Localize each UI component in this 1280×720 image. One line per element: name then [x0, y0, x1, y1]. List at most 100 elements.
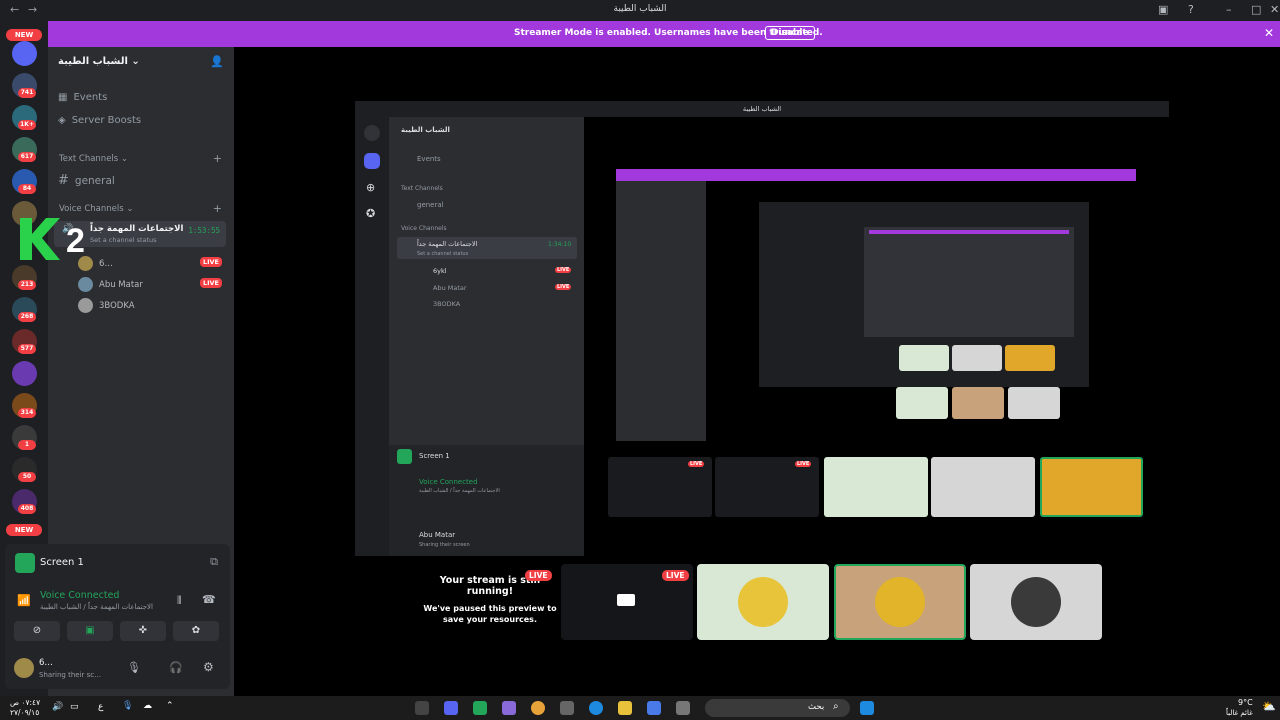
- inner-live-badge: LIVE: [555, 267, 572, 273]
- voice-connected-sub: الاجتماعات المهمة جداً / الشباب الطيبة: [40, 603, 153, 611]
- taskbar-search[interactable]: بحث ⌕: [705, 699, 850, 717]
- screen-icon: [617, 594, 635, 606]
- voice-connected-label[interactable]: Voice Connected: [40, 590, 119, 601]
- inner-live-badge: LIVE: [555, 284, 572, 290]
- disconnect-icon[interactable]: ☎: [202, 593, 216, 606]
- server-icon[interactable]: [12, 361, 37, 386]
- file-explorer-icon[interactable]: [618, 701, 632, 715]
- inner-channel-sidebar: الشباب الطيبة Events Text Channels gener…: [389, 117, 584, 556]
- popout-icon[interactable]: ⧉: [210, 555, 218, 569]
- paused-preview-message: Your stream is still running! We've paus…: [420, 575, 560, 625]
- create-channel-icon[interactable]: +: [213, 152, 222, 165]
- camera-off-button[interactable]: ⊘: [14, 621, 60, 641]
- k2-overlay-logo: 2: [20, 218, 85, 260]
- channel-status[interactable]: Set a channel status: [90, 236, 157, 244]
- app-icon[interactable]: [647, 701, 661, 715]
- live-badge: LIVE: [199, 278, 222, 288]
- participant-tile[interactable]: [970, 564, 1102, 640]
- streamer-mode-banner: Streamer Mode is enabled. Usernames have…: [48, 21, 1280, 47]
- disable-button[interactable]: Disable: [765, 26, 815, 40]
- server-boosts-item[interactable]: ◈ Server Boosts: [58, 115, 141, 126]
- invite-icon[interactable]: 👤: [210, 55, 224, 68]
- inner-banner: [616, 169, 1136, 181]
- inner-screen-icon: [397, 449, 412, 464]
- inner-vc-timer: 1:34:10: [548, 241, 572, 248]
- weather-temp[interactable]: 9°C: [1238, 698, 1253, 707]
- avatar: [1011, 577, 1061, 627]
- clock-date[interactable]: ٢٧/٠٩/١٥: [10, 708, 39, 717]
- avatar: [78, 277, 93, 292]
- shared-screen-preview[interactable]: الشباب الطيبة ⊕ ✪ الشباب الطيبة Events T…: [355, 101, 1169, 556]
- noise-suppression-icon[interactable]: ⫴: [177, 594, 182, 608]
- soundboard-button[interactable]: ✿: [173, 621, 219, 641]
- voice-channels-category[interactable]: Voice Channels ⌄: [59, 204, 133, 214]
- inner-voice-connected: Voice Connected: [419, 478, 478, 486]
- settings-gear-icon[interactable]: ⚙: [203, 660, 214, 674]
- cloud-icon[interactable]: ☁: [143, 701, 152, 711]
- channel-general[interactable]: # general: [58, 173, 115, 188]
- app-icon[interactable]: [473, 701, 487, 715]
- voice-member[interactable]: Abu Matar: [78, 277, 143, 292]
- minimize-icon[interactable]: –: [1226, 3, 1232, 16]
- inner-vc-name: الاجتماعات المهمة جداً: [417, 240, 478, 248]
- window-title: الشباب الطيبة: [613, 4, 667, 14]
- close-window-icon[interactable]: ✕: [1270, 3, 1279, 16]
- participant-tile[interactable]: [697, 564, 829, 640]
- inbox-icon[interactable]: ▣: [1158, 3, 1168, 16]
- inner-user-tile: [1040, 457, 1143, 517]
- server-icon-active[interactable]: [12, 41, 37, 66]
- app-icon[interactable]: [676, 701, 690, 715]
- edge-icon[interactable]: [589, 701, 603, 715]
- inner-server-name: الشباب الطيبة: [401, 126, 450, 134]
- screen-share-button[interactable]: ▣: [67, 621, 113, 641]
- inner-member: 3BODKA: [433, 300, 461, 308]
- headphones-icon[interactable]: 🎧: [169, 661, 183, 674]
- mention-badge: 741: [18, 88, 36, 98]
- inner-nested-sidebar: [616, 181, 706, 441]
- stream-title: Screen 1: [40, 557, 84, 568]
- voice-member[interactable]: 3BODKA: [78, 298, 135, 313]
- language-indicator[interactable]: ع: [98, 702, 103, 712]
- participant-tile-speaking[interactable]: [834, 564, 966, 640]
- inner-user-tile: [824, 457, 928, 517]
- microphone-icon[interactable]: 🎙: [127, 661, 141, 674]
- explore-icon: ✪: [366, 207, 376, 220]
- taskbar: ٠٧:٤٧ ص ٢٧/٠٩/١٥ 🔊 ▭ ع 🎙 ☁ ⌃ بحث ⌕ 9°C غ…: [0, 696, 1280, 720]
- activities-button[interactable]: ✜: [120, 621, 166, 641]
- inner-live-badge: LIVE: [795, 461, 812, 467]
- chevron-up-icon[interactable]: ⌃: [166, 701, 174, 711]
- events-item[interactable]: ▦ Events: [58, 92, 107, 103]
- window-titlebar: ← → الشباب الطيبة ▣ ? – □ ✕: [0, 0, 1280, 21]
- search-placeholder: بحث: [808, 702, 825, 712]
- inner-nested-banner: [869, 230, 1069, 234]
- avatar: [78, 298, 93, 313]
- mic-tray-icon[interactable]: 🎙: [122, 701, 133, 711]
- app-icon[interactable]: [502, 701, 516, 715]
- inner-live-badge: LIVE: [688, 461, 705, 467]
- mention-badge: 617: [18, 152, 36, 162]
- clock-time[interactable]: ٠٧:٤٧ ص: [10, 698, 40, 707]
- close-banner-icon[interactable]: ✕: [1264, 26, 1274, 40]
- user-avatar[interactable]: [14, 658, 34, 678]
- hash-icon: #: [58, 173, 69, 188]
- calendar-icon: ▦: [58, 92, 68, 103]
- new-pill: NEW: [6, 524, 42, 536]
- speaker-volume-icon[interactable]: 🔊: [52, 702, 63, 712]
- network-icon[interactable]: ▭: [70, 702, 79, 712]
- weather-desc[interactable]: غائم غالباً: [1226, 709, 1253, 717]
- chrome-icon[interactable]: [531, 701, 545, 715]
- inner-voice-channels: Voice Channels: [401, 225, 447, 232]
- create-channel-icon[interactable]: +: [213, 202, 222, 215]
- inner-general: general: [417, 201, 444, 209]
- mention-badge: 1: [18, 440, 36, 450]
- help-icon[interactable]: ?: [1188, 3, 1194, 16]
- server-name[interactable]: الشباب الطيبة ⌄: [58, 56, 140, 67]
- maximize-icon[interactable]: □: [1251, 3, 1261, 16]
- text-channels-category[interactable]: Text Channels ⌄: [59, 154, 128, 164]
- app-icon[interactable]: [415, 701, 429, 715]
- signal-icon[interactable]: 📶: [17, 594, 31, 607]
- avatar: [738, 577, 788, 627]
- app-icon[interactable]: [560, 701, 574, 715]
- start-windows-icon[interactable]: [860, 701, 874, 715]
- discord-icon[interactable]: [444, 701, 458, 715]
